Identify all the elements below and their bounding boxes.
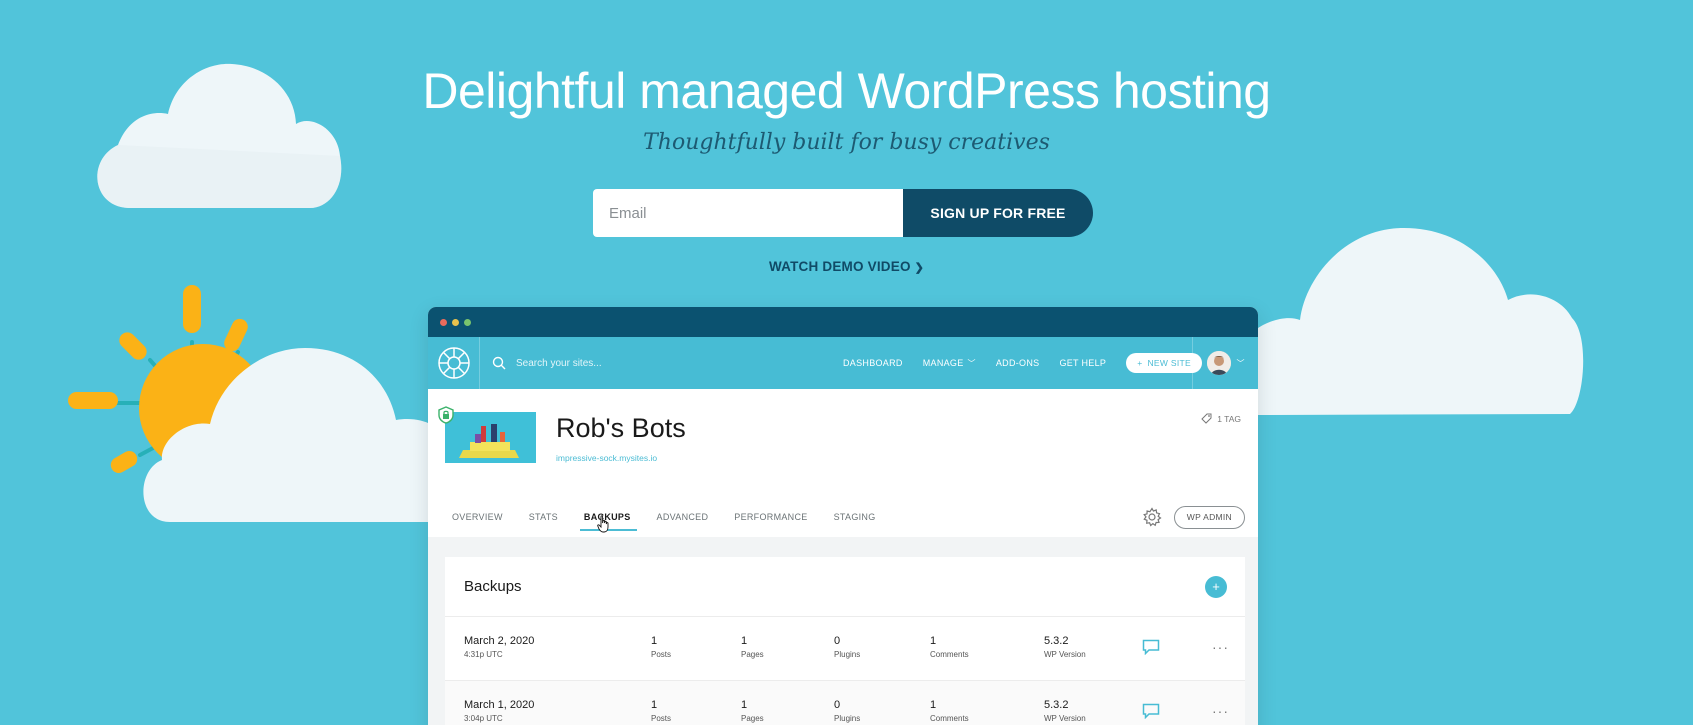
app-menu: DASHBOARD MANAGE ﹀ ADD-ONS GET HELP + NEW …	[843, 337, 1202, 389]
comments-value: 1	[930, 699, 937, 711]
menu-dashboard[interactable]: DASHBOARD	[843, 358, 903, 368]
posts-label: Posts	[651, 650, 672, 659]
menu-addons[interactable]: ADD-ONS	[996, 358, 1040, 368]
chevron-right-icon: ❯	[914, 262, 925, 274]
plugins-label: Plugins	[834, 714, 861, 723]
add-backup-button[interactable]: +	[1205, 575, 1227, 598]
logo-icon[interactable]	[428, 337, 480, 389]
close-dot-icon	[440, 318, 447, 326]
wp-version-value: 5.3.2	[1044, 635, 1069, 647]
backup-time: 4:31p UTC	[464, 650, 503, 659]
backups-title: Backups	[464, 578, 522, 595]
backup-row[interactable]: March 1, 2020 3:04p UTC 1 Posts 1 Pages 0 Pl…	[445, 681, 1245, 725]
tab-stats[interactable]: STATS	[529, 497, 558, 537]
plugins-value: 0	[834, 635, 841, 647]
tab-overview[interactable]: OVERVIEW	[452, 497, 503, 537]
shield-lock-icon	[438, 406, 454, 424]
posts-count: 1 Posts	[651, 635, 671, 659]
signup-form: SIGN UP FOR FREE	[593, 189, 1093, 237]
tab-tools: WP ADMIN	[1142, 497, 1245, 537]
plugins-count: 0 Plugins	[834, 699, 860, 723]
tab-performance[interactable]: PERFORMANCE	[734, 497, 807, 537]
site-search	[480, 356, 830, 370]
backup-date: March 1, 2020 3:04p UTC	[464, 699, 534, 723]
menu-manage[interactable]: MANAGE ﹀	[923, 358, 976, 369]
site-header: Rob's Bots impressive-sock.mysites.io 1 …	[428, 389, 1258, 497]
tab-advanced[interactable]: ADVANCED	[657, 497, 709, 537]
pages-label: Pages	[741, 650, 764, 659]
content-area: Backups + March 2, 2020 4:31p UTC 1 Posts …	[428, 537, 1258, 725]
plugins-count: 0 Plugins	[834, 635, 860, 659]
posts-label: Posts	[651, 714, 672, 723]
window-titlebar	[428, 307, 1258, 337]
pages-count: 1 Pages	[741, 635, 764, 659]
wp-version-label: WP Version	[1044, 714, 1086, 723]
site-url-link[interactable]: impressive-sock.mysites.io	[556, 453, 657, 463]
comments-count: 1 Comments	[930, 635, 969, 659]
comments-label: Comments	[930, 714, 969, 723]
posts-value: 1	[651, 699, 658, 711]
plus-icon: +	[1137, 358, 1143, 368]
tag-badge[interactable]: 1 TAG	[1201, 413, 1241, 424]
pages-count: 1 Pages	[741, 699, 764, 723]
comment-icon[interactable]	[1142, 639, 1160, 655]
backups-header: Backups +	[445, 557, 1245, 617]
comments-label: Comments	[930, 650, 969, 659]
hero-title: Delightful managed WordPress hosting	[422, 63, 1271, 119]
maximize-dot-icon	[464, 318, 471, 326]
wp-version-label: WP Version	[1044, 650, 1086, 659]
site-tabs: OVERVIEW STATS BACKUPS ADVANCED PERFORMA…	[428, 497, 1258, 537]
pages-value: 1	[741, 699, 748, 711]
watch-demo-label: WATCH DEMO VIDEO	[768, 259, 911, 274]
plugins-value: 0	[834, 699, 841, 711]
new-site-button[interactable]: + NEW SITE	[1126, 353, 1202, 373]
app-navbar: DASHBOARD MANAGE﹀ ADD-ONS GET HELP +NEW …	[428, 337, 1258, 389]
more-options-icon[interactable]: ···	[1212, 639, 1229, 655]
pages-label: Pages	[741, 714, 764, 723]
comment-icon[interactable]	[1142, 703, 1160, 719]
minimize-dot-icon	[452, 318, 459, 326]
backup-date-value: March 2, 2020	[464, 635, 535, 647]
site-title: Rob's Bots	[556, 413, 686, 443]
menu-get-help[interactable]: GET HELP	[1059, 358, 1106, 368]
cursor-hand-icon	[597, 515, 609, 533]
comments-value: 1	[930, 635, 937, 647]
backup-row[interactable]: March 2, 2020 4:31p UTC 1 Posts 1 Pages 0 Pl…	[445, 617, 1245, 681]
user-menu[interactable]: ﹀	[1192, 337, 1258, 389]
tag-icon	[1201, 413, 1212, 424]
gear-icon[interactable]	[1142, 507, 1162, 527]
tag-count: 1 TAG	[1217, 413, 1241, 424]
backup-date-value: March 1, 2020	[464, 699, 535, 711]
new-site-label: NEW SITE	[1147, 358, 1191, 368]
chevron-down-icon: ﹀	[967, 358, 976, 368]
sun-icon	[68, 285, 267, 473]
menu-manage-label: MANAGE	[922, 358, 964, 368]
posts-value: 1	[651, 635, 658, 647]
pages-value: 1	[741, 635, 748, 647]
tab-staging[interactable]: STAGING	[834, 497, 876, 537]
site-search-input[interactable]	[516, 357, 766, 369]
backup-time: 3:04p UTC	[464, 714, 503, 723]
hero-subtitle: Thoughtfully built for busy creatives	[643, 130, 1050, 155]
watch-demo-link[interactable]: WATCH DEMO VIDEO ❯	[0, 259, 1693, 274]
app-preview-window: DASHBOARD MANAGE﹀ ADD-ONS GET HELP +NEW …	[428, 307, 1258, 725]
posts-count: 1 Posts	[651, 699, 671, 723]
comments-count: 1 Comments	[930, 699, 969, 723]
avatar	[1206, 351, 1231, 375]
email-input[interactable]	[593, 189, 903, 237]
more-options-icon[interactable]: ···	[1212, 703, 1229, 719]
wp-version: 5.3.2 WP Version	[1044, 699, 1086, 723]
signup-button[interactable]: SIGN UP FOR FREE	[903, 189, 1093, 237]
cloud-icon	[143, 348, 445, 522]
plugins-label: Plugins	[834, 650, 861, 659]
wp-version-value: 5.3.2	[1044, 699, 1069, 711]
cloud-icon	[1255, 228, 1584, 415]
backups-panel: Backups + March 2, 2020 4:31p UTC 1 Posts …	[445, 557, 1245, 725]
site-thumbnail[interactable]	[445, 412, 536, 463]
chevron-down-icon: ﹀	[1236, 358, 1245, 368]
backup-date: March 2, 2020 4:31p UTC	[464, 635, 534, 659]
wp-admin-button[interactable]: WP ADMIN	[1173, 505, 1245, 529]
search-icon	[492, 356, 506, 370]
wp-version: 5.3.2 WP Version	[1044, 635, 1086, 659]
